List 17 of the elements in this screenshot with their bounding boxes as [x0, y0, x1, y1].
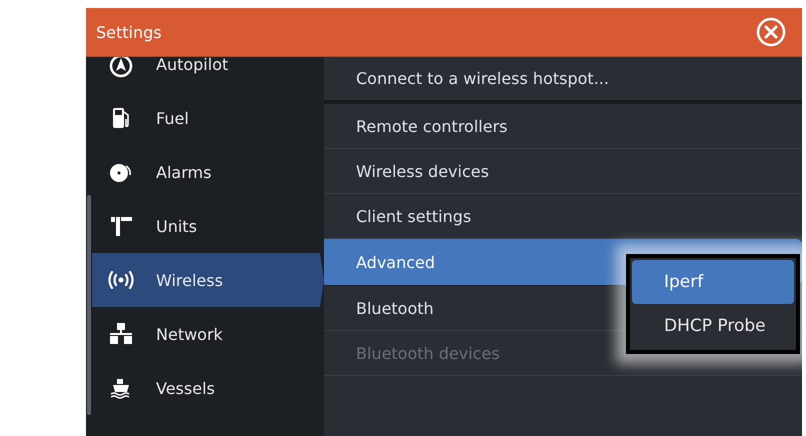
network-icon: [109, 322, 133, 346]
sidebar-item[interactable]: Fuel: [86, 91, 324, 145]
sidebar-item[interactable]: Units: [86, 199, 324, 253]
menu-item[interactable]: Connect to a wireless hotspot...: [324, 56, 802, 104]
window-title: Settings: [96, 22, 162, 42]
sidebar-item[interactable]: Vessels: [86, 361, 324, 415]
sidebar-item[interactable]: Autopilot: [86, 56, 324, 91]
scrollbar[interactable]: [87, 195, 91, 415]
sidebar-item[interactable]: Alarms: [86, 145, 324, 199]
sidebar-item[interactable]: Wireless: [92, 253, 324, 307]
close-icon[interactable]: [756, 17, 786, 47]
wireless-icon: [106, 268, 136, 292]
menu-item[interactable]: Remote controllers: [324, 104, 802, 149]
ruler-icon: [109, 214, 133, 238]
menu-item[interactable]: Wireless devices: [324, 149, 802, 194]
submenu-item[interactable]: Iperf: [632, 260, 794, 304]
sidebar-item[interactable]: Network: [86, 307, 324, 361]
